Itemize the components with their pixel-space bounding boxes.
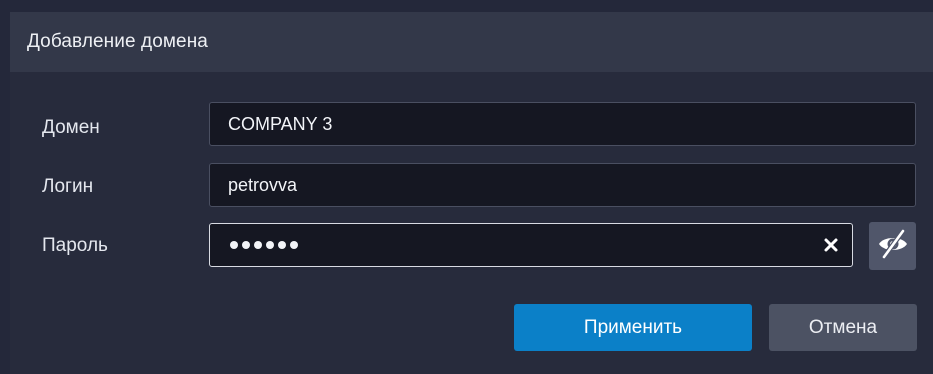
close-icon[interactable]	[822, 236, 840, 254]
login-label: Логин	[42, 176, 94, 197]
add-domain-dialog: Добавление домена Домен COMPANY 3 Логин …	[10, 12, 933, 374]
password-dot	[290, 241, 298, 249]
password-mask	[228, 241, 298, 249]
login-field-value: petrovva	[228, 174, 298, 195]
toggle-password-visibility-button[interactable]	[869, 222, 916, 270]
password-dot	[242, 241, 250, 249]
password-label: Пароль	[42, 235, 108, 256]
password-dot	[230, 241, 238, 249]
cancel-button[interactable]: Отмена	[769, 304, 917, 351]
domain-field-value: COMPANY 3	[228, 113, 333, 134]
domain-label: Домен	[42, 117, 100, 138]
apply-button[interactable]: Применить	[514, 304, 752, 351]
password-field[interactable]	[209, 223, 853, 267]
eye-slash-icon	[876, 227, 910, 266]
login-field[interactable]: petrovva	[209, 163, 916, 207]
dialog-title: Добавление домена	[27, 31, 208, 52]
password-dot	[266, 241, 274, 249]
domain-field[interactable]: COMPANY 3	[209, 102, 916, 146]
password-dot	[254, 241, 262, 249]
password-dot	[278, 241, 286, 249]
dialog-titlebar: Добавление домена	[10, 12, 933, 72]
